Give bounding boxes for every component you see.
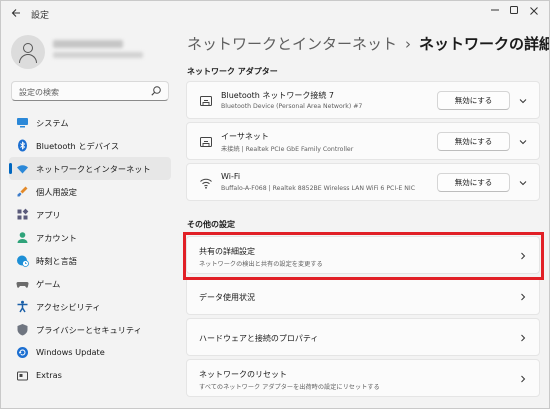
sidebar-item-accessibility[interactable]: アクセシビリティ	[9, 295, 171, 318]
sidebar-item-label: ネットワークとインターネット	[36, 164, 151, 174]
chevron-down-icon[interactable]	[517, 177, 529, 189]
adapter-name: Bluetooth ネットワーク接続 7	[221, 91, 335, 100]
shield-icon	[17, 324, 28, 336]
close-button[interactable]	[524, 5, 544, 21]
avatar[interactable]	[11, 35, 45, 69]
adapter-name: イーサネット	[221, 132, 269, 141]
globe-clock-icon	[17, 255, 29, 267]
user-name-blurred	[53, 40, 123, 48]
sidebar-item-time-language[interactable]: 時刻と言語	[9, 249, 171, 272]
sidebar-nav: システム Bluetooth とデバイス ネットワークとインターネット 個人用設…	[9, 111, 171, 387]
sidebar-item-label: Bluetooth とデバイス	[36, 141, 120, 151]
person-icon	[17, 232, 28, 243]
adapter-name: Wi-Fi	[221, 172, 241, 181]
ethernet-port-icon	[200, 96, 212, 106]
sidebar-item-label: アカウント	[36, 233, 77, 243]
update-icon	[17, 347, 28, 358]
maximize-button[interactable]	[504, 5, 524, 21]
breadcrumb: ネットワークとインターネット › ネットワークの詳細設定	[187, 33, 549, 54]
maximize-icon	[510, 6, 518, 14]
sidebar-item-network[interactable]: ネットワークとインターネット	[9, 157, 171, 180]
link-title: ネットワークのリセット	[199, 370, 287, 379]
breadcrumb-parent-link[interactable]: ネットワークとインターネット	[187, 35, 397, 53]
adapter-detail: Bluetooth Device (Personal Area Network)…	[221, 103, 363, 110]
sidebar-item-label: システム	[36, 118, 69, 128]
disable-button[interactable]: 無効にする	[437, 91, 510, 110]
network-reset-link[interactable]: ネットワークのリセット すべてのネットワーク アダプターを出荷時の設定にリセット…	[186, 359, 540, 397]
adapter-card[interactable]: Bluetooth ネットワーク接続 7 Bluetooth Device (P…	[186, 81, 540, 119]
sidebar-item-label: Extras	[36, 370, 62, 380]
gamepad-icon	[16, 281, 29, 288]
sidebar-item-accounts[interactable]: アカウント	[9, 226, 171, 249]
chevron-down-icon[interactable]	[517, 136, 529, 148]
sidebar-item-label: ゲーム	[36, 279, 61, 289]
apps-icon	[17, 208, 29, 220]
minimize-icon	[491, 9, 499, 11]
sidebar-item-gaming[interactable]: ゲーム	[9, 272, 171, 295]
disable-button[interactable]: 無効にする	[437, 173, 510, 192]
sidebar-item-label: アクセシビリティ	[36, 302, 101, 312]
sidebar-item-label: 時刻と言語	[36, 256, 77, 266]
section-title-other: その他の設定	[187, 220, 235, 229]
extras-icon	[17, 371, 28, 381]
ethernet-port-icon	[200, 137, 212, 147]
close-icon	[530, 7, 538, 15]
section-title-adapters: ネットワーク アダプター	[187, 67, 278, 76]
chevron-right-icon	[521, 375, 526, 383]
sidebar-item-label: アプリ	[36, 210, 61, 220]
person-icon	[23, 43, 33, 53]
adapter-detail: Buffalo-A-F068 | Realtek 8852BE Wireless…	[221, 185, 416, 192]
sidebar-item-bluetooth[interactable]: Bluetooth とデバイス	[9, 134, 171, 157]
link-title: データ使用状況	[199, 293, 255, 302]
wifi-icon	[17, 165, 28, 174]
bluetooth-icon	[18, 139, 27, 152]
page-title: ネットワークの詳細設定	[419, 35, 549, 53]
sidebar-item-label: 個人用設定	[36, 187, 77, 197]
sidebar-item-label: プライバシーとセキュリティ	[36, 325, 142, 335]
search-icon	[151, 86, 161, 96]
search-input[interactable]: 設定の検索	[11, 81, 169, 101]
sidebar-item-label: Windows Update	[36, 347, 105, 357]
chevron-right-icon	[521, 293, 526, 301]
sidebar-item-windows-update[interactable]: Windows Update	[9, 341, 171, 364]
user-email-blurred	[53, 52, 143, 58]
monitor-icon	[17, 118, 28, 128]
title-bar: 設定	[1, 1, 549, 27]
search-placeholder: 設定の検索	[19, 88, 59, 97]
sidebar-item-personalization[interactable]: 個人用設定	[9, 180, 171, 203]
back-button[interactable]	[9, 7, 23, 21]
adapter-card[interactable]: イーサネット 未接続 | Realtek PCIe GbE Family Con…	[186, 122, 540, 160]
accessibility-icon	[17, 300, 28, 313]
app-title: 設定	[31, 11, 50, 21]
hardware-connection-properties-link[interactable]: ハードウェアと接続のプロパティ	[186, 318, 540, 356]
adapter-detail: 未接続 | Realtek PCIe GbE Family Controller	[221, 146, 354, 153]
link-subtitle: すべてのネットワーク アダプターを出荷時の設定にリセットする	[199, 384, 380, 391]
minimize-button[interactable]	[485, 5, 505, 21]
sidebar-item-privacy[interactable]: プライバシーとセキュリティ	[9, 318, 171, 341]
chevron-right-icon	[521, 334, 526, 342]
sidebar-item-extras[interactable]: Extras	[9, 364, 171, 387]
adapter-card[interactable]: Wi-Fi Buffalo-A-F068 | Realtek 8852BE Wi…	[186, 163, 540, 201]
brush-icon	[17, 186, 28, 197]
link-title: ハードウェアと接続のプロパティ	[199, 334, 319, 343]
highlight-box	[183, 232, 544, 280]
disable-button[interactable]: 無効にする	[437, 132, 510, 151]
arrow-left-icon	[11, 9, 20, 17]
sidebar-item-system[interactable]: システム	[9, 111, 171, 134]
chevron-down-icon[interactable]	[517, 95, 529, 107]
settings-window: 設定 設定の検索 システム Bluetooth とデバイス ネットワークとインタ…	[0, 0, 550, 409]
data-usage-link[interactable]: データ使用状況	[186, 277, 540, 315]
breadcrumb-separator: ›	[405, 35, 412, 53]
wifi-icon	[200, 178, 212, 189]
sidebar-item-apps[interactable]: アプリ	[9, 203, 171, 226]
